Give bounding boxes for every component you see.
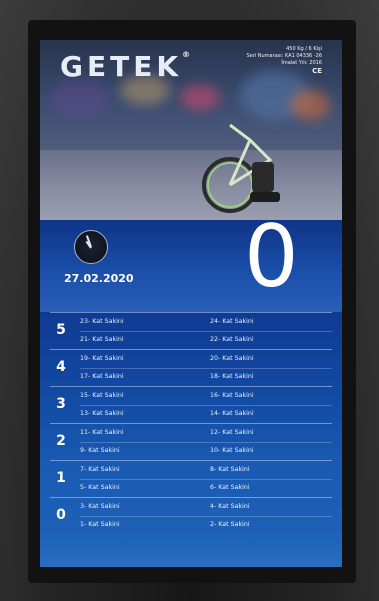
night-city-photo: GETEK® 450 Kg / 6 Kişi Seri Numarası: KA… — [40, 40, 342, 220]
floor-number: 4 — [56, 359, 66, 375]
resident-entry: 9- Kat Sakini — [80, 447, 120, 454]
floor-number: 2 — [56, 433, 66, 449]
resident-entry: 23- Kat Sakini — [80, 318, 124, 325]
resident-entry: 8- Kat Sakini — [210, 466, 250, 473]
row-divider — [80, 405, 332, 406]
resident-entry: 3- Kat Sakini — [80, 503, 120, 510]
row-divider — [80, 331, 332, 332]
resident-entry: 21- Kat Sakini — [80, 336, 124, 343]
resident-entry: 7- Kat Sakini — [80, 466, 120, 473]
resident-entry: 10- Kat Sakini — [210, 447, 254, 454]
row-divider — [80, 479, 332, 480]
resident-entry: 15- Kat Sakini — [80, 392, 124, 399]
resident-entry: 6- Kat Sakini — [210, 484, 250, 491]
floor-row-0: 0 3- Kat Sakini 1- Kat Sakini 4- Kat Sak… — [50, 497, 332, 535]
analog-clock-icon — [74, 230, 108, 264]
floor-row-5: 5 23- Kat Sakini 21- Kat Sakini 24- Kat … — [50, 312, 332, 350]
resident-entry: 16- Kat Sakini — [210, 392, 254, 399]
logo-text: GETEK — [60, 50, 183, 83]
manufacture-year: İmalat Yılı: 2016 — [281, 60, 322, 66]
resident-entry: 14- Kat Sakini — [210, 410, 254, 417]
capacity-text: 450 Kg / 6 Kişi — [286, 46, 322, 52]
floor-row-1: 1 7- Kat Sakini 5- Kat Sakini 8- Kat Sak… — [50, 460, 332, 498]
resident-entry: 5- Kat Sakini — [80, 484, 120, 491]
resident-entry: 13- Kat Sakini — [80, 410, 124, 417]
current-floor-indicator: 0 — [244, 207, 299, 307]
ce-mark: CE — [312, 67, 322, 75]
resident-entry: 22- Kat Sakini — [210, 336, 254, 343]
floor-row-3: 3 15- Kat Sakini 13- Kat Sakini 16- Kat … — [50, 386, 332, 424]
resident-entry: 19- Kat Sakini — [80, 355, 124, 362]
resident-entry: 20- Kat Sakini — [210, 355, 254, 362]
bicycle-image — [202, 123, 280, 213]
status-panel: 27.02.2020 0 — [40, 214, 342, 312]
floor-number: 1 — [56, 470, 66, 486]
getek-logo: GETEK® — [60, 50, 190, 83]
resident-entry: 24- Kat Sakini — [210, 318, 254, 325]
current-date: 27.02.2020 — [64, 272, 134, 285]
serial-number: Seri Numarası: KA1 04336 -26 — [246, 53, 322, 59]
footer-bar — [40, 536, 342, 567]
floor-row-4: 4 19- Kat Sakini 17- Kat Sakini 20- Kat … — [50, 349, 332, 387]
floor-number: 5 — [56, 322, 66, 338]
floor-number: 0 — [56, 507, 66, 523]
elevator-specs: 450 Kg / 6 Kişi Seri Numarası: KA1 04336… — [246, 46, 322, 75]
device-frame: GETEK® 450 Kg / 6 Kişi Seri Numarası: KA… — [0, 0, 379, 601]
floor-row-2: 2 11- Kat Sakini 9- Kat Sakini 12- Kat S… — [50, 423, 332, 461]
resident-entry: 18- Kat Sakini — [210, 373, 254, 380]
row-divider — [80, 368, 332, 369]
row-divider — [80, 442, 332, 443]
resident-entry: 4- Kat Sakini — [210, 503, 250, 510]
registered-mark: ® — [182, 50, 191, 59]
resident-entry: 11- Kat Sakini — [80, 429, 124, 436]
row-divider — [80, 516, 332, 517]
elevator-display: GETEK® 450 Kg / 6 Kişi Seri Numarası: KA… — [40, 40, 342, 567]
resident-directory: 5 23- Kat Sakini 21- Kat Sakini 24- Kat … — [40, 312, 342, 536]
resident-entry: 1- Kat Sakini — [80, 521, 120, 528]
floor-number: 3 — [56, 396, 66, 412]
resident-entry: 2- Kat Sakini — [210, 521, 250, 528]
resident-entry: 12- Kat Sakini — [210, 429, 254, 436]
resident-entry: 17- Kat Sakini — [80, 373, 124, 380]
